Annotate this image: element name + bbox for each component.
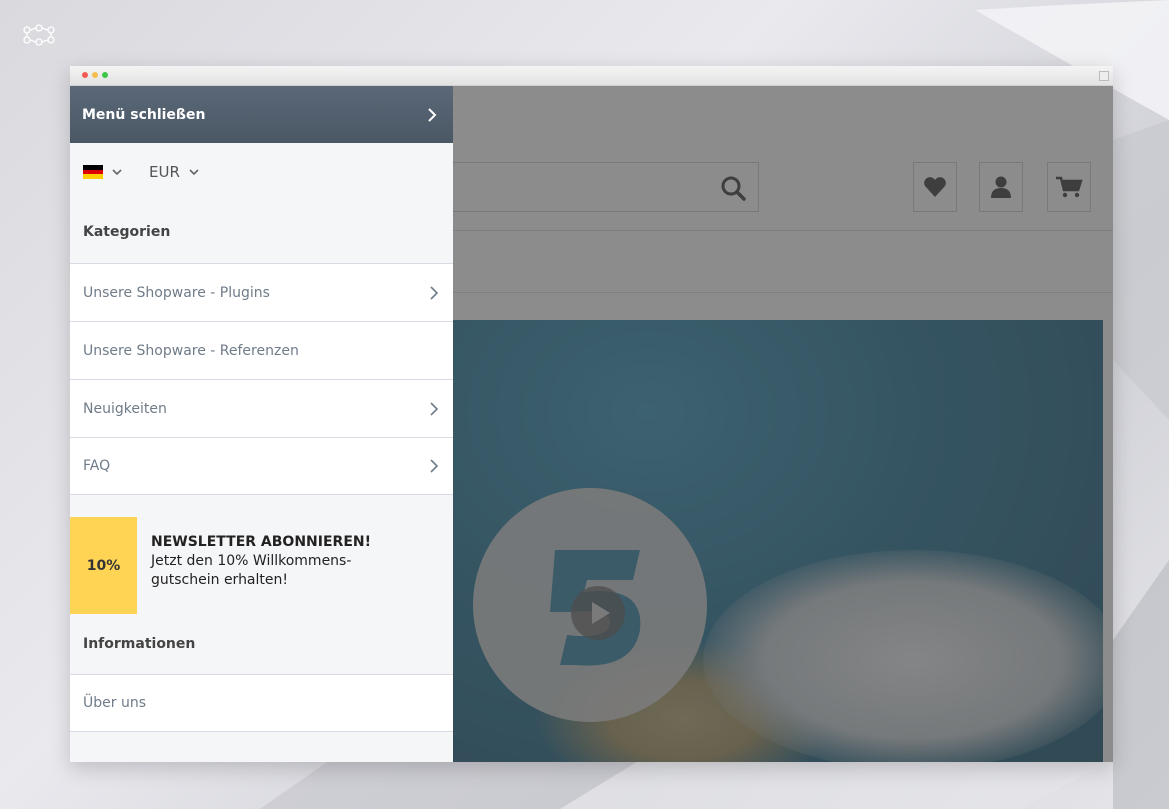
newsletter-teaser[interactable]: 10% NEWSLETTER ABONNIEREN! Jetzt den 10%…	[70, 517, 453, 614]
info-item-about[interactable]: Über uns	[70, 674, 453, 732]
category-label: Unsere Shopware - Plugins	[83, 284, 270, 301]
minimize-window-button[interactable]	[92, 72, 98, 78]
category-item-neuigkeiten[interactable]: Neuigkeiten	[70, 379, 453, 437]
offcanvas-menu: Menü schließen EUR Kategorien Unsere Sho…	[70, 86, 453, 762]
menu-close-button[interactable]: Menü schließen	[70, 86, 453, 143]
flag-de-icon[interactable]	[83, 165, 103, 179]
chevron-down-icon	[189, 169, 199, 176]
info-label: Über uns	[83, 695, 146, 711]
menu-close-label: Menü schließen	[82, 106, 206, 123]
newsletter-discount-badge: 10%	[70, 517, 137, 614]
category-label: FAQ	[83, 458, 111, 474]
network-logo-icon	[23, 24, 55, 46]
categories-heading: Kategorien	[83, 224, 171, 240]
information-heading: Informationen	[83, 636, 196, 652]
fullscreen-button[interactable]	[1099, 71, 1109, 81]
chevron-right-icon	[430, 285, 439, 300]
newsletter-line1: Jetzt den 10% Willkommens-	[151, 553, 352, 569]
currency-value: EUR	[149, 163, 180, 181]
chevron-down-icon[interactable]	[111, 166, 123, 178]
maximize-window-button[interactable]	[102, 72, 108, 78]
newsletter-title: NEWSLETTER ABONNIEREN!	[151, 534, 371, 550]
category-item-faq[interactable]: FAQ	[70, 437, 453, 495]
newsletter-line2: gutschein erhalten!	[151, 572, 288, 588]
shop-switchers: EUR	[70, 143, 453, 201]
currency-select[interactable]: EUR	[149, 163, 200, 181]
close-window-button[interactable]	[82, 72, 88, 78]
category-item-plugins[interactable]: Unsere Shopware - Plugins	[70, 263, 453, 321]
category-label: Unsere Shopware - Referenzen	[83, 342, 299, 359]
chevron-right-icon	[428, 107, 437, 122]
category-label: Neuigkeiten	[83, 400, 167, 417]
category-item-referenzen[interactable]: Unsere Shopware - Referenzen	[70, 321, 453, 379]
newsletter-text: NEWSLETTER ABONNIEREN! Jetzt den 10% Wil…	[137, 517, 371, 614]
page-dim-overlay[interactable]	[453, 86, 1113, 762]
browser-titlebar	[70, 66, 1113, 86]
chevron-right-icon	[430, 401, 439, 416]
chevron-right-icon	[430, 459, 439, 473]
browser-window: Menü schließen EUR Kategorien Unsere Sho…	[70, 66, 1113, 762]
